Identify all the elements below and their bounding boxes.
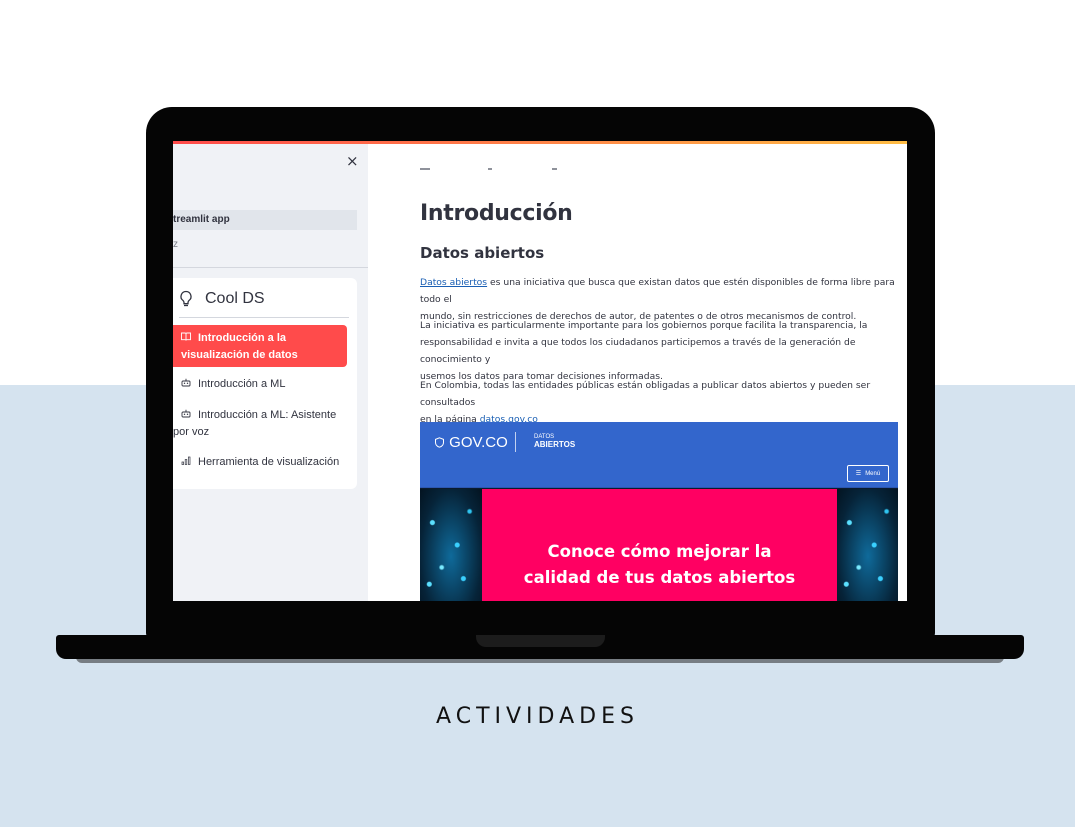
option-menu-title: Cool DS bbox=[205, 290, 265, 307]
robot-icon bbox=[181, 408, 192, 424]
hamburger-icon: ☰ bbox=[855, 471, 862, 477]
clipped-heading-fragment bbox=[420, 168, 560, 171]
laptop-screen: × treamlit app z Cool DS Introducción a … bbox=[173, 141, 907, 601]
app-subtitle: z bbox=[173, 239, 178, 250]
paragraph-text: responsabilidad e invita a que todos los… bbox=[420, 337, 856, 365]
menu-item-label: Introducción a ML bbox=[198, 378, 286, 390]
app-name-label[interactable]: treamlit app bbox=[173, 210, 357, 230]
banner-headline-panel: Conoce cómo mejorar la calidad de tus da… bbox=[482, 489, 837, 601]
menu-item-intro-ml[interactable]: Introducción a ML bbox=[181, 376, 349, 393]
datos-logo-big: ABIERTOS bbox=[534, 440, 576, 449]
menu-item-intro-ml-asistente[interactable]: Introducción a ML: Asistente por voz bbox=[173, 407, 349, 440]
page-title: Introducción bbox=[420, 201, 573, 226]
menu-item-label: Herramienta de visualización bbox=[198, 456, 340, 468]
paragraph-text: La iniciativa es particularmente importa… bbox=[420, 320, 868, 331]
datos-abiertos-link[interactable]: Datos abiertos bbox=[420, 277, 487, 288]
robot-icon bbox=[181, 377, 192, 393]
bar-chart-icon bbox=[181, 455, 192, 471]
shield-icon bbox=[435, 437, 444, 448]
option-menu-separator bbox=[179, 317, 349, 318]
banner-headline: Conoce cómo mejorar la calidad de tus da… bbox=[482, 539, 837, 591]
main-content: Introducción Datos abiertos Datos abiert… bbox=[368, 144, 907, 601]
option-menu: Cool DS Introducción a la visualización … bbox=[173, 278, 357, 489]
lightbulb-icon bbox=[180, 290, 192, 307]
menu-item-label: Introducción a la bbox=[198, 332, 287, 344]
datos-abiertos-logo: DATOS ABIERTOS bbox=[524, 433, 575, 449]
menu-item-herramienta[interactable]: Herramienta de visualización bbox=[181, 454, 349, 471]
book-icon bbox=[181, 331, 192, 347]
close-sidebar-button[interactable]: × bbox=[346, 152, 359, 170]
menu-item-intro-visualizacion[interactable]: Introducción a la visualización de datos bbox=[173, 325, 347, 367]
menu-item-label: Introducción a ML: Asistente bbox=[198, 409, 337, 421]
paragraph-text: En Colombia, todas las entidades pública… bbox=[420, 380, 871, 408]
datos-gov-banner-image: GOV.CO DATOS ABIERTOS ☰ Menú Conoce cómo… bbox=[420, 422, 898, 601]
gov-co-logo: GOV.CO bbox=[434, 434, 508, 451]
paragraph-colombia: En Colombia, todas las entidades pública… bbox=[420, 377, 898, 428]
paragraph-iniciativa: La iniciativa es particularmente importa… bbox=[420, 317, 898, 385]
logo-divider bbox=[515, 432, 516, 452]
banner-header: GOV.CO DATOS ABIERTOS ☰ Menú bbox=[420, 422, 898, 488]
paragraph-text: es una iniciativa que busca que existan … bbox=[420, 277, 895, 305]
banner-headline-line: Conoce cómo mejorar la bbox=[547, 542, 772, 561]
section-heading: Datos abiertos bbox=[420, 244, 545, 262]
menu-item-label: visualización de datos bbox=[181, 349, 298, 361]
banner-headline-line: calidad de tus datos abiertos bbox=[523, 568, 796, 587]
fiber-optic-image-left bbox=[420, 489, 482, 601]
gov-co-text: GOV.CO bbox=[449, 434, 508, 451]
option-menu-header: Cool DS bbox=[179, 290, 265, 308]
sidebar: × treamlit app z Cool DS Introducción a … bbox=[173, 144, 368, 601]
banner-menu-label: Menú bbox=[865, 470, 881, 477]
laptop-notch bbox=[476, 635, 605, 647]
sidebar-divider bbox=[173, 267, 368, 268]
fiber-optic-image-right bbox=[837, 489, 898, 601]
caption-actividades: ACTIVIDADES bbox=[436, 704, 639, 729]
menu-item-label: por voz bbox=[173, 426, 210, 438]
banner-menu-button[interactable]: ☰ Menú bbox=[847, 465, 889, 482]
